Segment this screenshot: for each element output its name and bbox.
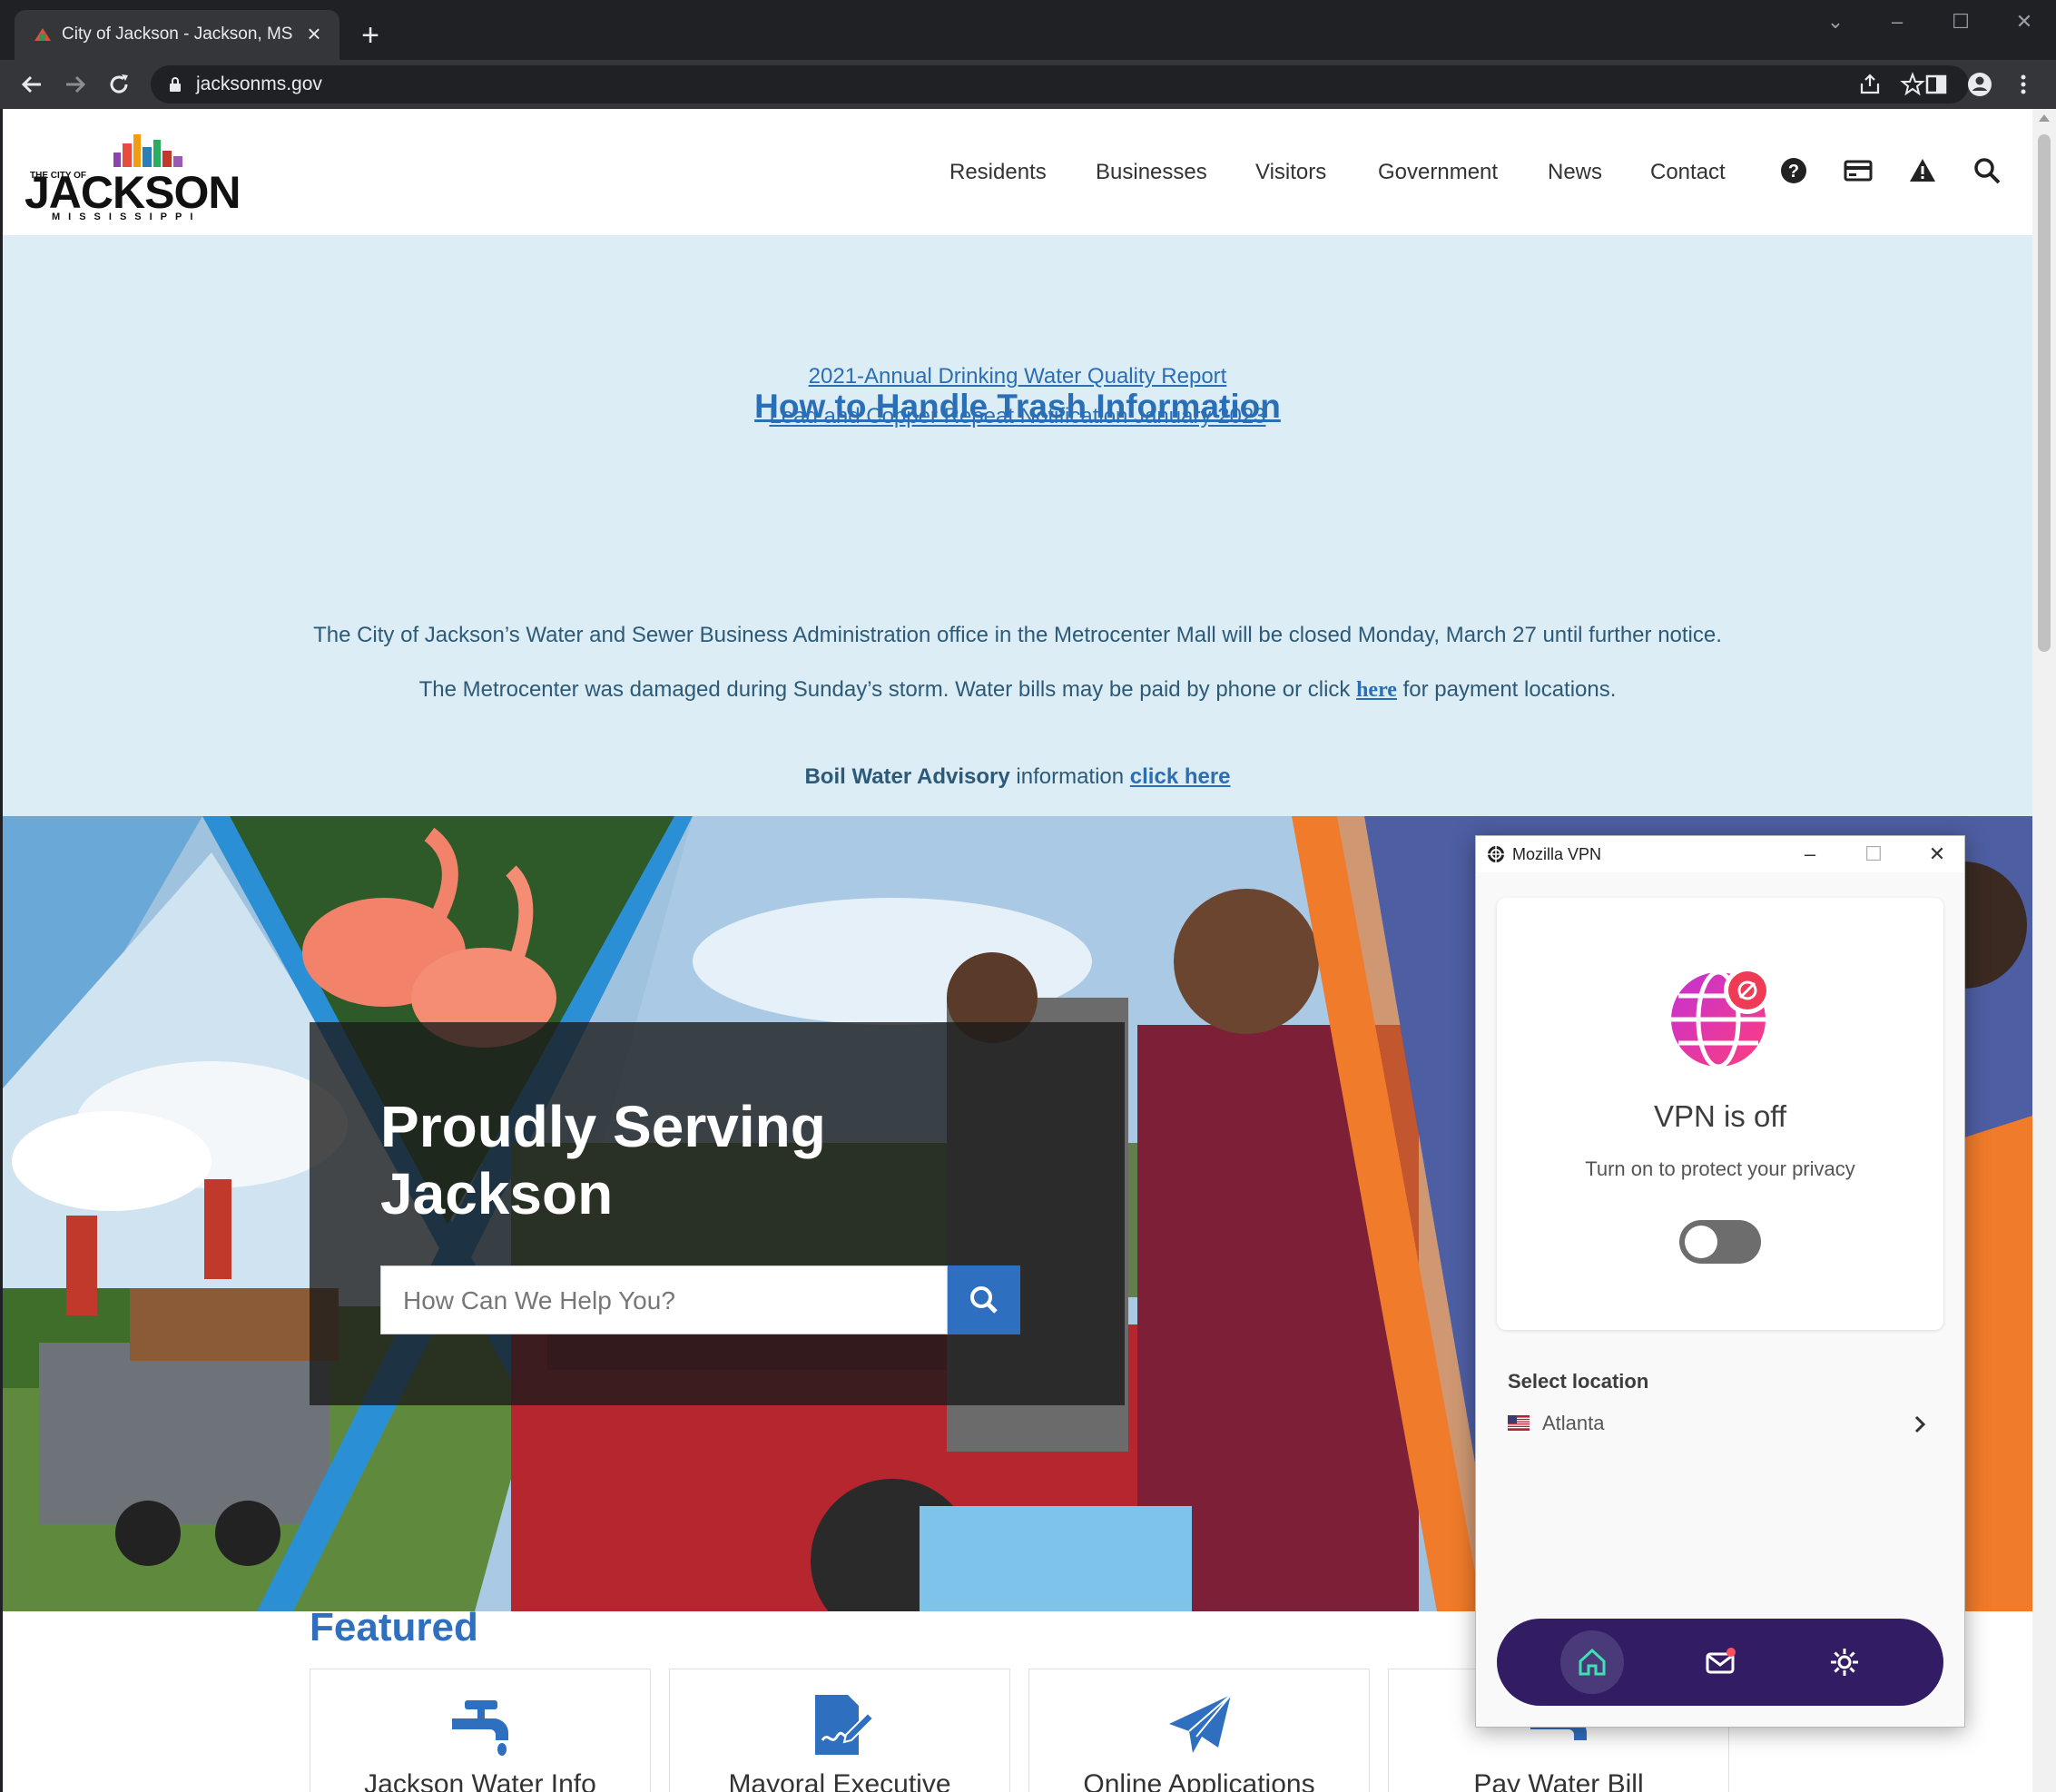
site-search-input[interactable]: How Can We Help You? (380, 1265, 948, 1334)
browser-toolbar: jacksonms.gov (0, 60, 2056, 109)
search-icon (970, 1286, 998, 1314)
boil-water-click-here-link[interactable]: click here (1130, 764, 1231, 789)
maximize-button[interactable]: ☐ (1943, 7, 1979, 36)
hero-search-card: Proudly Serving Jackson How Can We Help … (310, 1022, 1125, 1405)
select-location-label: Select location (1508, 1370, 1649, 1393)
reload-icon[interactable] (103, 69, 134, 100)
featured-heading: Featured (310, 1605, 478, 1649)
mozilla-vpn-app-icon (1488, 846, 1504, 862)
document-sign-icon (815, 1695, 875, 1755)
scroll-up-arrow-icon[interactable] (2039, 114, 2050, 122)
featured-card-label: Mayoral Executive (728, 1769, 951, 1792)
payment-card-icon[interactable] (1844, 156, 1873, 185)
vpn-window-title: Mozilla VPN (1512, 845, 1602, 863)
share-icon[interactable] (1858, 73, 1882, 96)
vpn-nav-home[interactable] (1560, 1630, 1624, 1694)
tab-search-icon[interactable]: ⌄ (1817, 7, 1854, 36)
featured-card-water-info[interactable]: Jackson Water Info (310, 1669, 651, 1792)
payment-notice-text: The Metrocenter was damaged during Sunda… (418, 677, 1357, 702)
search-placeholder: How Can We Help You? (403, 1286, 675, 1314)
vpn-bottom-navigation (1497, 1619, 1943, 1706)
help-icon[interactable]: ? (1779, 156, 1808, 185)
nav-businesses[interactable]: Businesses (1096, 160, 1207, 185)
logo-bottom-text: MISSISSIPPI (52, 212, 201, 221)
settings-icon (1831, 1649, 1858, 1676)
trash-information-link[interactable]: How to Handle Trash Information (3, 388, 2032, 426)
featured-card-label: Online Applications (1083, 1769, 1315, 1792)
profile-icon[interactable] (1964, 69, 1995, 100)
vpn-globe-off-icon (1671, 967, 1771, 1069)
back-icon[interactable] (16, 69, 47, 100)
address-bar[interactable]: jacksonms.gov (151, 65, 1969, 103)
chevron-right-icon (1914, 1415, 1926, 1433)
vpn-nav-settings[interactable] (1813, 1630, 1876, 1694)
vpn-status-card: VPN is off Turn on to protect your priva… (1497, 898, 1943, 1330)
vpn-titlebar: Mozilla VPN – ☐ ✕ (1476, 836, 1964, 872)
vpn-close-button[interactable]: ✕ (1921, 840, 1953, 869)
vpn-nav-messages[interactable] (1688, 1630, 1752, 1694)
trash-headline-text: How to Handle Trash Information (754, 388, 1281, 425)
us-flag-icon (1508, 1415, 1530, 1431)
water-faucet-icon (452, 1700, 508, 1756)
city-of-jackson-logo[interactable]: THE CITY OF JACKSON MISSISSIPPI (23, 125, 259, 221)
search-icon[interactable] (1972, 156, 2002, 185)
vpn-toggle-knob (1685, 1226, 1717, 1258)
alert-banner: 2021-Annual Drinking Water Quality Repor… (3, 235, 2032, 816)
close-window-button[interactable]: ✕ (2006, 7, 2042, 36)
featured-card-mayoral-executive[interactable]: Mayoral Executive (669, 1669, 1010, 1792)
payment-notice: The Metrocenter was damaged during Sunda… (3, 677, 2032, 703)
boil-water-mid: information (1009, 764, 1130, 789)
vpn-status-subtitle: Turn on to protect your privacy (1585, 1157, 1855, 1180)
office-closure-notice: The City of Jackson’s Water and Sewer Bu… (313, 623, 1722, 647)
site-search-button[interactable] (948, 1265, 1020, 1334)
water-quality-report-text: 2021-Annual Drinking Water Quality Repor… (808, 364, 1227, 389)
payment-notice-tail: for payment locations. (1396, 677, 1617, 702)
forward-icon[interactable] (60, 69, 91, 100)
home-icon (1579, 1648, 1606, 1676)
new-tab-button[interactable]: + (354, 20, 387, 53)
browser-tabstrip: City of Jackson - Jackson, MS × + ⌄ – ☐ … (0, 0, 2056, 60)
vpn-maximize-button[interactable]: ☐ (1857, 840, 1890, 869)
tab-title: City of Jackson - Jackson, MS (62, 25, 293, 44)
hero-title: Proudly Serving Jackson (380, 1094, 826, 1226)
boil-water-label: Boil Water Advisory (804, 764, 1010, 789)
menu-icon[interactable] (2008, 69, 2039, 100)
vpn-connect-toggle[interactable] (1679, 1220, 1761, 1264)
paper-plane-icon (1169, 1694, 1232, 1753)
vpn-minimize-button[interactable]: – (1794, 840, 1826, 869)
lock-icon[interactable] (169, 76, 182, 93)
minimize-button[interactable]: – (1879, 7, 1915, 36)
nav-contact[interactable]: Contact (1650, 160, 1726, 185)
nav-government[interactable]: Government (1378, 160, 1498, 185)
featured-card-label: Pay Water Bill (1473, 1769, 1644, 1792)
location-selector[interactable]: Atlanta (1497, 1401, 1943, 1448)
payment-locations-link[interactable]: here (1356, 678, 1397, 702)
featured-card-label: Jackson Water Info (364, 1769, 596, 1792)
vpn-status-title: VPN is off (1653, 1099, 1787, 1133)
url-text: jacksonms.gov (196, 74, 322, 94)
browser-tab[interactable]: City of Jackson - Jackson, MS × (15, 10, 339, 60)
svg-text:?: ? (1788, 162, 1799, 182)
water-quality-report-link[interactable]: 2021-Annual Drinking Water Quality Repor… (3, 364, 2032, 389)
boil-water-advisory: Boil Water Advisory information click he… (3, 764, 2032, 790)
scroll-thumb[interactable] (2038, 134, 2051, 652)
side-panel-icon[interactable] (1921, 69, 1952, 100)
site-header: THE CITY OF JACKSON MISSISSIPPI Resident… (3, 109, 2032, 235)
mozilla-vpn-window: Mozilla VPN – ☐ ✕ VPN is off Turn on to … (1475, 835, 1965, 1728)
location-name: Atlanta (1542, 1412, 1605, 1434)
nav-residents[interactable]: Residents (949, 160, 1047, 185)
featured-card-online-applications[interactable]: Online Applications (1028, 1669, 1370, 1792)
tab-close-icon[interactable]: × (301, 21, 327, 46)
nav-news[interactable]: News (1548, 160, 1602, 185)
nav-visitors[interactable]: Visitors (1255, 160, 1326, 185)
page-scrollbar[interactable] (2032, 109, 2056, 1792)
logo-main-text: JACKSON (25, 167, 240, 218)
messages-icon (1706, 1648, 1736, 1674)
site-favicon-icon (34, 28, 51, 41)
alert-icon[interactable] (1908, 156, 1937, 185)
